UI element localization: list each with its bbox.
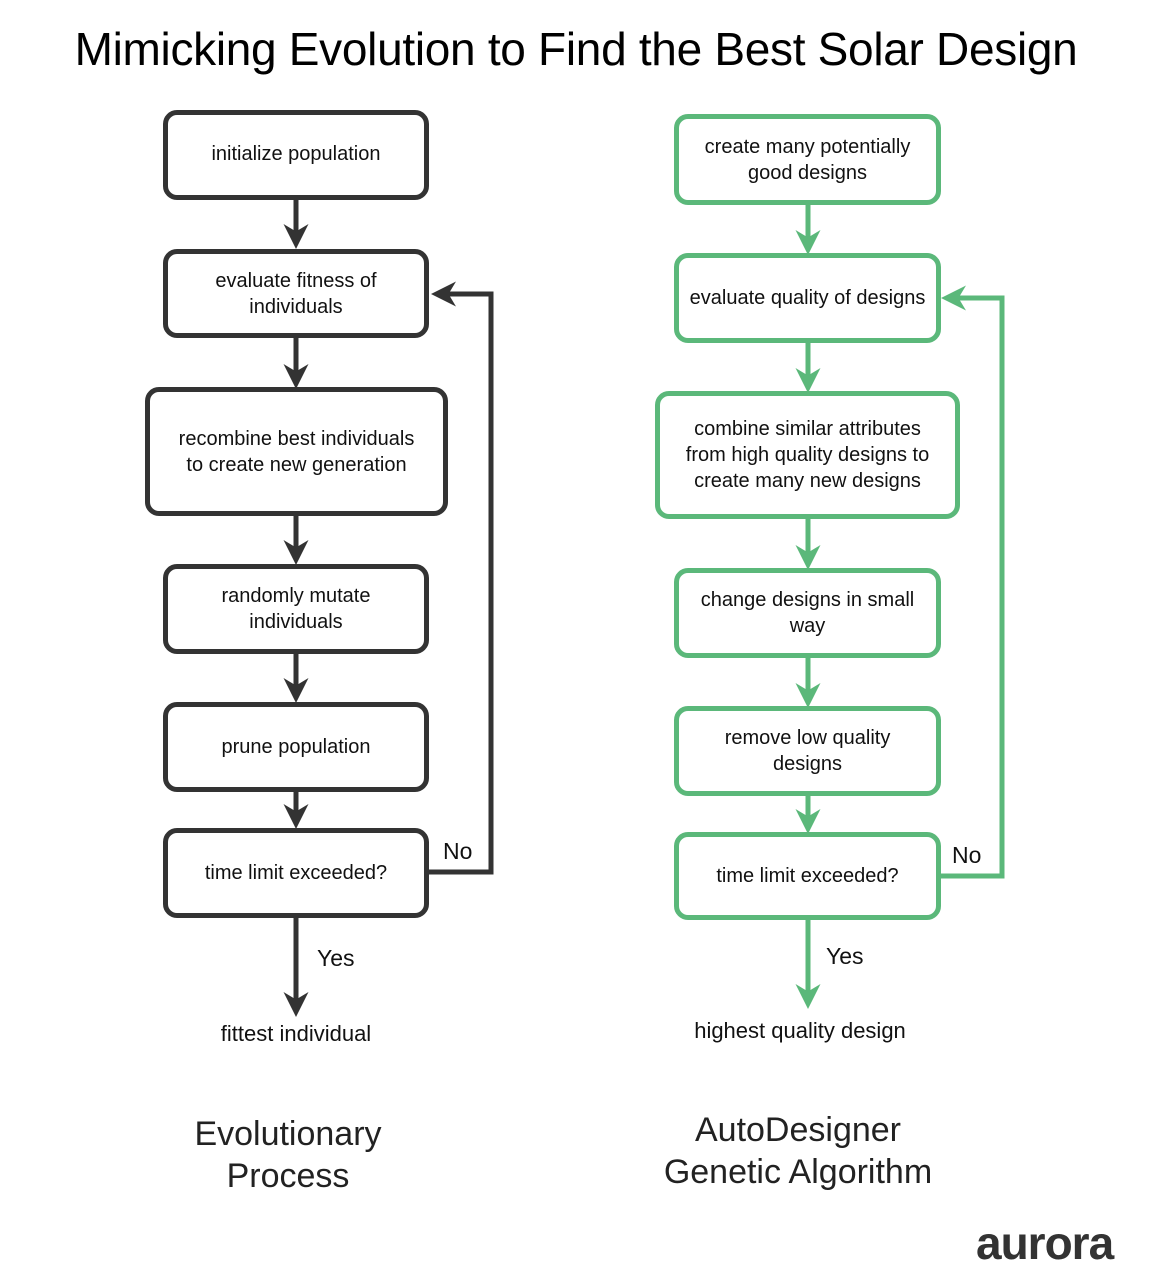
right-node-decision: time limit exceeded? [674,832,941,920]
right-caption-line1: AutoDesigner [694,1111,901,1149]
right-yes-label: Yes [826,943,864,969]
right-node-combine: combine similar attributes from high qua… [655,391,960,519]
left-node-decision: time limit exceeded? [163,828,429,918]
right-caption-line2: Genetic Algorithm [663,1153,933,1191]
left-caption-line2: Process [226,1157,350,1195]
right-node-evaluate: evaluate quality of designs [674,253,941,343]
right-node-remove: remove low quality designs [674,706,941,796]
aurora-logo: aurora [976,1217,1114,1269]
left-no-label: No [443,838,473,864]
left-caption: Evolutionary Process [138,1113,438,1197]
left-result: fittest individual [220,1021,372,1046]
right-node-change: change designs in small way [674,568,941,658]
right-node-create: create many potentially good designs [674,114,941,205]
arrow-left-no-loop [428,281,494,875]
right-no-label: No [952,842,982,868]
left-node-mutate: randomly mutate individuals [163,564,429,654]
left-node-initialize: initialize population [163,110,429,200]
right-result: highest quality design [694,1018,906,1043]
left-node-recombine: recombine best individuals to create new… [145,387,448,516]
left-node-prune: prune population [163,702,429,792]
arrow-right-no-loop [940,285,1005,879]
left-yes-label: Yes [317,945,355,971]
left-caption-line1: Evolutionary [194,1115,382,1153]
left-node-evaluate: evaluate fitness of individuals [163,249,429,338]
right-caption: AutoDesigner Genetic Algorithm [623,1109,973,1193]
